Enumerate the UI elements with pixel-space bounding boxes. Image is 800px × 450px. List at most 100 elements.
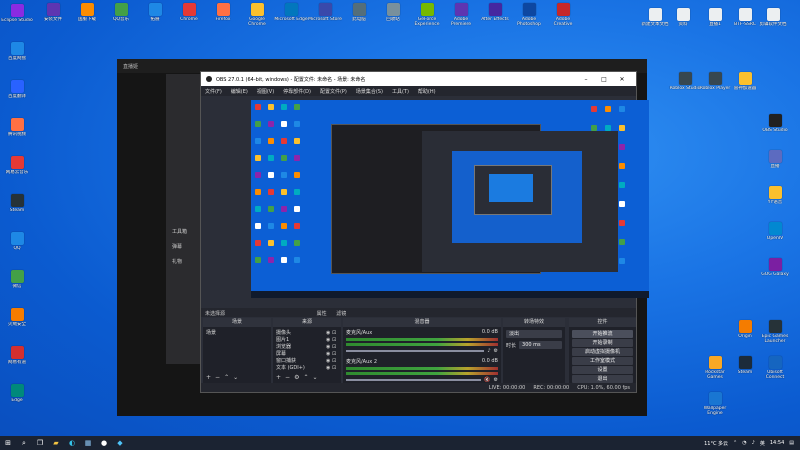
close-button[interactable]: ✕: [613, 76, 631, 83]
desktop-icon[interactable]: 网易有道: [2, 346, 32, 376]
source-item[interactable]: 图片1 ◉ ⊡: [276, 336, 338, 344]
obs-preview[interactable]: [251, 100, 649, 298]
explorer-icon[interactable]: ▰: [50, 437, 62, 449]
volume-slider[interactable]: [346, 350, 485, 352]
desktop-icon[interactable]: 腾讯视频: [2, 118, 32, 148]
desktop-icon[interactable]: Microsoft Edge: [274, 3, 308, 33]
desktop-icon[interactable]: 安装文件: [38, 3, 68, 33]
speaker-icon[interactable]: ♪: [487, 348, 490, 354]
remove-icon[interactable]: −: [215, 374, 220, 381]
desktop-icon[interactable]: 百度网盘: [2, 42, 32, 72]
desktop-icon[interactable]: 拓展: [140, 3, 170, 33]
source-item[interactable]: 窗口捕获 ◉ ⊡: [276, 357, 338, 365]
source-item[interactable]: 屏幕 ◉ ⊡: [276, 350, 338, 358]
down-icon[interactable]: ⌄: [233, 374, 238, 381]
desktop-icon[interactable]: 微信: [2, 270, 32, 300]
desktop-icon[interactable]: Google Chrome: [242, 3, 272, 33]
desktop-icon[interactable]: Steam: [730, 356, 760, 386]
lock-icon[interactable]: ⊡: [332, 351, 338, 357]
lock-icon[interactable]: ⊡: [332, 344, 338, 350]
desktop-icon[interactable]: Eclipse Studio: [1, 4, 33, 34]
control-button[interactable]: 启动虚拟摄像机: [572, 348, 633, 356]
desktop-icon[interactable]: Wallpaper Engine: [700, 392, 730, 422]
desktop-icon[interactable]: Roblox Studio: [670, 72, 700, 102]
obs-titlebar[interactable]: OBS 27.0.1 (64-bit, windows) - 配置文件: 未命名…: [201, 72, 636, 86]
desktop-icon[interactable]: After Effects: [480, 3, 510, 33]
duration-input[interactable]: 300 ms: [519, 341, 562, 349]
desktop-icon[interactable]: Origin: [730, 320, 760, 350]
desktop-icon[interactable]: Edge: [2, 384, 32, 414]
network-icon[interactable]: ◔: [742, 440, 746, 446]
menu-item[interactable]: 工具(T): [392, 88, 409, 95]
lock-icon[interactable]: ⊡: [332, 337, 338, 343]
desktop-icon[interactable]: 雷神加速器: [730, 72, 760, 102]
remove-icon[interactable]: −: [285, 374, 290, 381]
language-indicator[interactable]: 英: [760, 440, 765, 447]
menu-item[interactable]: 文件(F): [205, 88, 222, 95]
desktop-icon[interactable]: 国服下载: [72, 3, 102, 33]
filters-button[interactable]: 滤镜: [336, 311, 346, 317]
edge-icon[interactable]: ◐: [66, 437, 78, 449]
menu-item[interactable]: 帮助(H): [418, 88, 436, 95]
desktop-icon[interactable]: Adobe Creative: [548, 3, 578, 33]
weather-label[interactable]: 11°C 多云: [704, 440, 728, 447]
desktop-icon[interactable]: QQ音乐: [106, 3, 136, 33]
desktop-icon[interactable]: 网易云音乐: [2, 156, 32, 186]
desktop-icon[interactable]: OpenIV: [760, 222, 790, 252]
control-button[interactable]: 开始录制: [572, 339, 633, 347]
control-button[interactable]: 设置: [572, 366, 633, 374]
desktop-icon[interactable]: GeForce Experience: [412, 3, 442, 33]
desktop-icon[interactable]: 剪辑软件文档: [758, 8, 788, 38]
volume-slider[interactable]: [346, 379, 482, 381]
start-icon[interactable]: ⊞: [2, 437, 14, 449]
menu-item[interactable]: 配置文件(P): [320, 88, 347, 95]
up-icon[interactable]: ⌃: [303, 374, 308, 381]
desktop-icon[interactable]: Rockstar Games: [700, 356, 730, 386]
search-icon[interactable]: ⌕: [18, 437, 30, 449]
desktop-icon[interactable]: Roblox Player: [700, 72, 730, 102]
control-button[interactable]: 开始推流: [572, 330, 633, 338]
desktop-icon[interactable]: 此电脑: [344, 3, 374, 33]
notification-icon[interactable]: ▤: [789, 440, 794, 446]
desktop-icon[interactable]: GOG Galaxy: [760, 258, 790, 288]
desktop-icon[interactable]: Microsoft Store: [308, 3, 342, 33]
desktop-icon[interactable]: Steam: [2, 194, 32, 224]
menu-item[interactable]: 视图(V): [257, 88, 274, 95]
menu-item[interactable]: 停靠部件(D): [283, 88, 311, 95]
desktop-icon[interactable]: 百度翻译: [2, 80, 32, 110]
clock[interactable]: 14:54: [770, 440, 784, 446]
volume-icon[interactable]: ♪: [752, 440, 755, 446]
desktop-icon[interactable]: 回收站: [378, 3, 408, 33]
task-view-icon[interactable]: ❐: [34, 437, 46, 449]
minimize-button[interactable]: –: [577, 76, 595, 83]
down-icon[interactable]: ⌄: [312, 374, 317, 381]
scene-item[interactable]: 场景: [206, 329, 268, 336]
add-icon[interactable]: +: [206, 374, 211, 381]
store-icon[interactable]: ▦: [82, 437, 94, 449]
desktop-icon[interactable]: Firefox: [208, 3, 238, 33]
up-icon[interactable]: ⌃: [224, 374, 229, 381]
desktop-icon[interactable]: Chrome: [174, 3, 204, 33]
maximize-button[interactable]: □: [595, 76, 613, 83]
control-button[interactable]: 工作室模式: [572, 357, 633, 365]
lock-icon[interactable]: ⊡: [332, 365, 338, 371]
desktop-icon[interactable]: 火绒安全: [2, 308, 32, 338]
desktop-icon[interactable]: 资料: [668, 8, 698, 38]
add-icon[interactable]: +: [276, 374, 281, 381]
app-taskbar-icon[interactable]: ◆: [114, 437, 126, 449]
source-item[interactable]: 浏览器 ◉ ⊡: [276, 343, 338, 351]
control-button[interactable]: 退出: [572, 375, 633, 383]
desktop-icon[interactable]: Adobe Premiere: [446, 3, 476, 33]
chevron-up-icon[interactable]: ⌃: [733, 440, 737, 446]
transition-select[interactable]: 淡出: [506, 330, 562, 338]
desktop-icon[interactable]: QQ: [2, 232, 32, 262]
lock-icon[interactable]: ⊡: [332, 330, 338, 336]
menu-item[interactable]: 场景集合(S): [356, 88, 383, 95]
desktop-icon[interactable]: 直播1: [700, 8, 730, 38]
properties-button[interactable]: 属性: [317, 311, 327, 317]
menu-item[interactable]: 编辑(E): [231, 88, 248, 95]
source-item[interactable]: 摄像头 ◉ ⊡: [276, 329, 338, 337]
obs-taskbar-icon[interactable]: ●: [98, 437, 110, 449]
desktop-icon[interactable]: OBS Studio: [760, 114, 790, 144]
desktop-icon[interactable]: YY语音: [760, 186, 790, 216]
